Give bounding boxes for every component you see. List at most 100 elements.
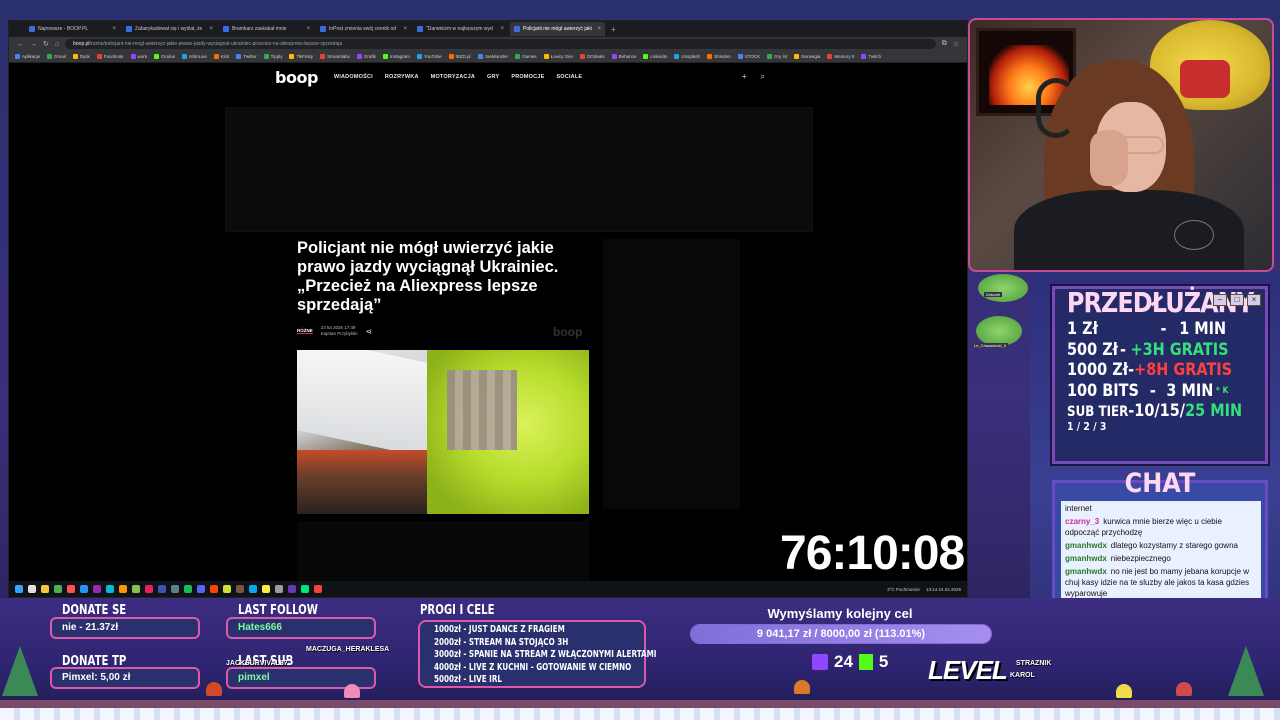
bookmark-item[interactable]: IshinLive: [182, 54, 207, 59]
chat-username[interactable]: gmanhwdx: [1065, 554, 1107, 563]
nav-link[interactable]: WIADOMOŚCI: [334, 74, 373, 80]
browser-tab[interactable]: Bramkarz zaskakał mnie ×: [219, 22, 314, 36]
boop-favicon-icon: [320, 26, 326, 32]
bookmark-item[interactable]: Facebook: [96, 54, 124, 59]
nav-link[interactable]: MOTORYZACJA: [431, 74, 475, 80]
taskbar-app-icon[interactable]: [236, 585, 244, 593]
bookmark-item[interactable]: Shinden: [707, 54, 731, 59]
bookmark-item[interactable]: Memory 5: [827, 54, 854, 59]
bookmark-favicon-icon: [861, 54, 867, 59]
taskbar-app-icon[interactable]: [275, 585, 283, 593]
bookmark-item[interactable]: TikFinity: [289, 54, 313, 59]
taskbar-app-icon[interactable]: [132, 585, 140, 593]
taskbar-app-icon[interactable]: [314, 585, 322, 593]
taskbar-app-icon[interactable]: [249, 585, 257, 593]
bookmark-item[interactable]: Dysk: [72, 54, 90, 59]
bookmark-item[interactable]: DGdeals: [580, 54, 605, 59]
browser-tab-active[interactable]: Policjant nie mógł uwierzyć jaki ×: [510, 22, 605, 36]
url-input[interactable]: boop.pl/rozne/policjant-nie-mogl-uwierzy…: [65, 39, 936, 49]
close-tab-icon[interactable]: ×: [306, 26, 310, 32]
bookmark-item[interactable]: Norwegia: [794, 54, 820, 59]
taskbar-app-icon[interactable]: [158, 585, 166, 593]
nav-link[interactable]: PROMOCJE: [511, 74, 544, 80]
bookmark-favicon-icon: [674, 54, 680, 59]
taskbar-app-icon[interactable]: [119, 585, 127, 593]
taskbar-app-icon[interactable]: [301, 585, 309, 593]
windows-start-icon[interactable]: [15, 585, 23, 593]
close-tab-icon[interactable]: ×: [500, 26, 504, 32]
bookmark-item[interactable]: LinkedIn: [643, 54, 667, 59]
nav-link[interactable]: SOCIALE: [556, 74, 582, 80]
home-icon[interactable]: ⌂: [55, 41, 59, 48]
taskbar-app-icon[interactable]: [93, 585, 101, 593]
chat-username[interactable]: gmanhwdx: [1065, 567, 1107, 576]
share-icon[interactable]: ⋖: [366, 327, 373, 336]
taskbar-app-icon[interactable]: [80, 585, 88, 593]
taskbar-app-icon[interactable]: [223, 585, 231, 593]
new-tab-icon[interactable]: +: [611, 25, 616, 34]
taskbar-app-icon[interactable]: [288, 585, 296, 593]
bookmark-item[interactable]: Behance: [611, 54, 636, 59]
close-tab-icon[interactable]: ×: [597, 26, 601, 32]
chat-username[interactable]: gmanhwdx: [1065, 541, 1107, 550]
taskbar-app-icon[interactable]: [184, 585, 192, 593]
close-tab-icon[interactable]: ×: [209, 26, 213, 32]
bookmark-item[interactable]: STOCK: [737, 54, 760, 59]
browser-tab[interactable]: InPost zmienia swój cennik od ×: [316, 22, 411, 36]
taskbar-app-icon[interactable]: [106, 585, 114, 593]
webcam-feed: [968, 18, 1274, 272]
taskbar-app-icon[interactable]: [262, 585, 270, 593]
bookmark-item[interactable]: Unsplash: [674, 54, 700, 59]
bookmark-item[interactable]: Tipply: [263, 54, 282, 59]
bookmark-item[interactable]: Kick: [213, 54, 229, 59]
article-headline[interactable]: Policjant nie mógł uwierzyć jakie prawo …: [297, 239, 597, 315]
bookmark-star-icon[interactable]: ☆: [953, 40, 959, 48]
reload-icon[interactable]: ↻: [43, 40, 49, 48]
taskbar-app-icon[interactable]: [171, 585, 179, 593]
bookmark-item[interactable]: Twitch: [861, 54, 881, 59]
clock[interactable]: 13:14 24.02.2026: [926, 587, 961, 592]
category-tag[interactable]: RÓŻNE: [297, 328, 313, 334]
add-icon[interactable]: +: [742, 72, 747, 82]
weather-widget[interactable]: 3°C Pochmurnie: [887, 587, 920, 592]
bookmark-item[interactable]: YouTube: [416, 54, 442, 59]
extensions-icon[interactable]: ⧉: [942, 40, 947, 48]
bookmark-item[interactable]: JoeMonster: [477, 54, 508, 59]
back-icon[interactable]: ←: [17, 41, 24, 48]
pixel-sprite-icon: [1176, 682, 1192, 696]
bookmark-item[interactable]: Łowcy Gier: [543, 54, 573, 59]
article-image[interactable]: [297, 350, 589, 514]
site-logo[interactable]: boop: [275, 68, 318, 87]
chat-username[interactable]: czarny_3: [1065, 517, 1099, 526]
content-placeholder: [297, 521, 589, 581]
bookmark-item[interactable]: Twitter: [236, 54, 257, 59]
bookmark-item[interactable]: Streamlabs: [320, 54, 350, 59]
bookmark-item[interactable]: Games: [515, 54, 537, 59]
taskbar-app-icon[interactable]: [197, 585, 205, 593]
nav-link[interactable]: ROZRYWKA: [385, 74, 419, 80]
taskbar-app-icon[interactable]: [145, 585, 153, 593]
taskbar-app-icon[interactable]: [54, 585, 62, 593]
bookmark-item[interactable]: Instagram: [382, 54, 410, 59]
bookmark-item[interactable]: Gmail: [47, 54, 66, 59]
search-icon[interactable]: ⌕: [761, 72, 765, 82]
nav-link[interactable]: GRY: [487, 74, 499, 80]
close-tab-icon[interactable]: ×: [112, 26, 116, 32]
taskbar-app-icon[interactable]: [41, 585, 49, 593]
kick-viewer-count: 5: [878, 652, 889, 671]
close-tab-icon[interactable]: ×: [403, 26, 407, 32]
browser-tab[interactable]: Najnowsze - BOOP.PL ×: [25, 22, 120, 36]
bookmark-item[interactable]: Aplikacje: [15, 54, 40, 59]
browser-tab[interactable]: "Darwinizm w najlepszym wyd ×: [413, 22, 508, 36]
forward-icon[interactable]: →: [30, 41, 37, 48]
bookmark-item[interactable]: Oculus: [154, 54, 175, 59]
browser-tab[interactable]: Zabarykadował się i wyślał, że ×: [122, 22, 217, 36]
taskbar-app-icon[interactable]: [28, 585, 36, 593]
taskbar-app-icon[interactable]: [67, 585, 75, 593]
donate-se-label: DONATE SE: [62, 603, 127, 618]
bookmark-item[interactable]: IBZD.pl: [448, 54, 471, 59]
bookmark-item[interactable]: Grafik: [356, 54, 376, 59]
taskbar-app-icon[interactable]: [210, 585, 218, 593]
bookmark-item[interactable]: work: [130, 54, 147, 59]
bookmark-item[interactable]: Gry lnt: [767, 54, 787, 59]
